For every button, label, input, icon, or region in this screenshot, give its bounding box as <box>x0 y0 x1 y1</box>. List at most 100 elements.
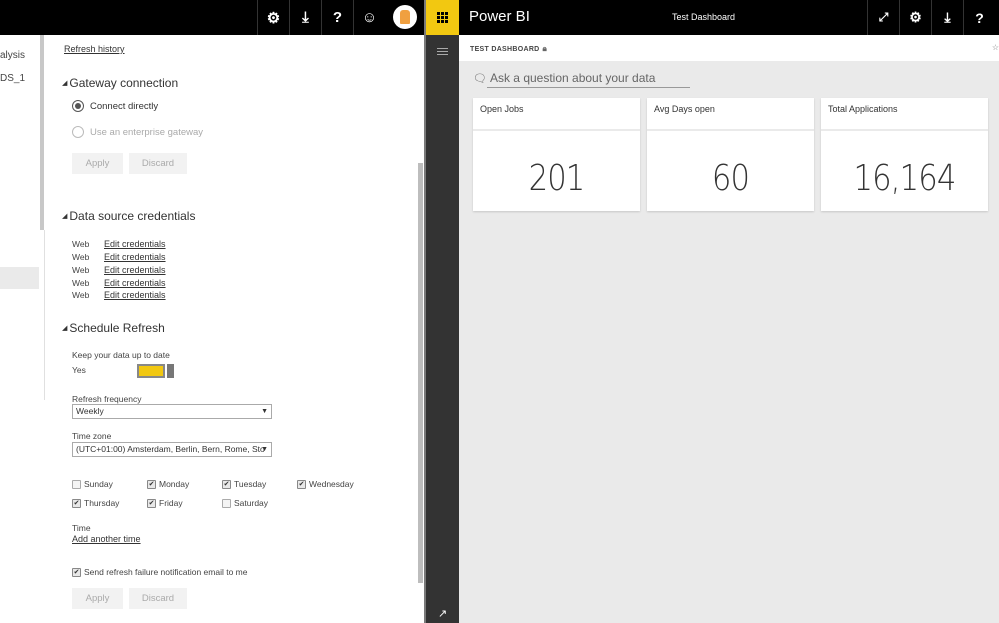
checkbox-unchecked-icon <box>222 498 231 508</box>
schedule-discard-button[interactable]: Discard <box>129 588 187 609</box>
credential-row: Web Edit credentials <box>72 239 166 249</box>
right-topbar: Power BI Test Dashboard ⤢ ⚙ ⤓ ? <box>426 0 999 35</box>
help-icon[interactable]: ? <box>963 0 995 35</box>
brand-name: Power BI <box>469 8 530 25</box>
day-checkbox-monday[interactable]: ✔ Monday <box>147 479 189 489</box>
tile-value: 16,164 <box>853 158 957 199</box>
enterprise-gateway-radio[interactable]: Use an enterprise gateway <box>72 126 203 138</box>
checkbox-checked-icon: ✔ <box>222 479 231 489</box>
refresh-frequency-select[interactable]: Weekly ▼ <box>72 404 272 419</box>
dropdown-arrow-icon: ▼ <box>261 446 268 453</box>
checkbox-label: Tuesday <box>234 479 267 489</box>
day-checkbox-tuesday[interactable]: ✔ Tuesday <box>222 479 266 489</box>
checkbox-checked-icon: ✔ <box>297 479 306 489</box>
edit-credentials-link[interactable]: Edit credentials <box>104 278 166 288</box>
smiley-icon[interactable]: ☺ <box>353 0 385 35</box>
schedule-apply-button[interactable]: Apply <box>72 588 123 609</box>
qa-input[interactable]: 🗨︎ Ask a question about your data <box>473 71 655 85</box>
checkbox-checked-icon: ✔ <box>72 498 81 508</box>
credential-row: Web Edit credentials <box>72 278 166 288</box>
refresh-history-link[interactable]: Refresh history <box>64 44 125 54</box>
gateway-apply-button[interactable]: Apply <box>72 153 123 174</box>
credential-type: Web <box>72 265 90 275</box>
nav-item[interactable]: alysis <box>0 50 25 61</box>
checkbox-label: Wednesday <box>309 479 354 489</box>
checkbox-unchecked-icon <box>72 479 81 489</box>
credentials-section-header[interactable]: ◢ Data source credentials <box>62 209 195 223</box>
refresh-frequency-label: Refresh frequency <box>72 394 142 404</box>
left-nav: alysis DS_1 <box>0 35 40 623</box>
keep-up-to-date-label: Keep your data up to date <box>72 350 170 360</box>
gateway-section-header[interactable]: ◢ Gateway connection <box>62 76 178 90</box>
day-checkbox-wednesday[interactable]: ✔ Wednesday <box>297 479 354 489</box>
dropdown-arrow-icon: ▼ <box>261 408 268 415</box>
left-nav-pane: ↗ <box>426 35 459 623</box>
tile-title: Open Jobs <box>480 104 524 114</box>
qa-underline <box>487 87 690 88</box>
credential-type: Web <box>72 252 90 262</box>
tile-avg-days-open[interactable]: Avg Days open 60 <box>647 98 814 211</box>
download-icon[interactable]: ⤓ <box>931 0 963 35</box>
app-launcher-button[interactable] <box>426 0 459 35</box>
day-checkbox-sunday[interactable]: Sunday <box>72 479 113 489</box>
keep-up-to-date-toggle[interactable] <box>137 364 174 378</box>
tile-total-applications[interactable]: Total Applications 16,164 <box>821 98 988 211</box>
checkbox-checked-icon: ✔ <box>72 567 81 577</box>
avatar[interactable] <box>393 5 417 29</box>
dashboard-title: Test Dashboard <box>672 12 736 22</box>
checkbox-label: Monday <box>159 479 190 489</box>
tile-title: Total Applications <box>828 104 898 114</box>
gear-icon[interactable]: ⚙ <box>899 0 931 35</box>
gateway-discard-button[interactable]: Discard <box>129 153 187 174</box>
radio-empty-icon <box>72 126 84 138</box>
select-value: Weekly <box>76 406 104 416</box>
day-checkbox-saturday[interactable]: Saturday <box>222 498 268 508</box>
credential-row: Web Edit credentials <box>72 290 166 300</box>
select-value: (UTC+01:00) Amsterdam, Berlin, Bern, Rom… <box>76 444 265 454</box>
edit-credentials-link[interactable]: Edit credentials <box>104 252 166 262</box>
scrollbar[interactable] <box>418 163 423 583</box>
section-title: Data source credentials <box>69 209 196 223</box>
collapse-triangle-icon: ◢ <box>62 213 68 220</box>
timezone-select[interactable]: (UTC+01:00) Amsterdam, Berlin, Bern, Rom… <box>72 442 272 457</box>
checkbox-label: Send refresh failure notification email … <box>84 567 248 577</box>
notify-checkbox[interactable]: ✔ Send refresh failure notification email… <box>72 567 247 577</box>
schedule-section-header[interactable]: ◢ Schedule Refresh <box>62 321 165 335</box>
tile-value: 201 <box>528 158 586 199</box>
left-topbar: ⚙ ⤓ ? ☺ <box>0 0 426 35</box>
time-label: Time <box>72 523 91 533</box>
collapse-triangle-icon: ◢ <box>62 325 68 332</box>
toggle-value-label: Yes <box>72 365 86 375</box>
tile-open-jobs[interactable]: Open Jobs 201 <box>473 98 640 211</box>
dataset-settings-window: ⚙ ⤓ ? ☺ alysis DS_1 Refresh history ◢ Gat… <box>0 0 426 623</box>
breadcrumb-text: TEST DASHBOARD <box>470 46 540 53</box>
gear-icon[interactable]: ⚙ <box>257 0 289 35</box>
breadcrumb: TEST DASHBOARD 🔒︎ <box>470 44 547 54</box>
fullscreen-icon[interactable]: ⤢ <box>867 0 899 35</box>
tile-title: Avg Days open <box>654 104 715 114</box>
nav-item[interactable]: DS_1 <box>0 73 25 84</box>
nav-item-selected[interactable] <box>0 267 39 289</box>
day-checkbox-thursday[interactable]: ✔ Thursday <box>72 498 119 508</box>
edit-credentials-link[interactable]: Edit credentials <box>104 265 166 275</box>
download-icon[interactable]: ⤓ <box>289 0 321 35</box>
expand-arrow-icon[interactable]: ↗ <box>438 607 447 620</box>
connect-directly-radio[interactable]: Connect directly <box>72 100 158 112</box>
edit-credentials-link[interactable]: Edit credentials <box>104 239 166 249</box>
section-title: Gateway connection <box>69 76 179 90</box>
help-icon[interactable]: ? <box>321 0 353 35</box>
checkbox-checked-icon: ✔ <box>147 479 156 489</box>
checkbox-label: Friday <box>159 498 183 508</box>
hamburger-icon[interactable] <box>437 48 448 57</box>
qa-placeholder: Ask a question about your data <box>489 71 656 85</box>
collapse-triangle-icon: ◢ <box>62 80 68 87</box>
checkbox-checked-icon: ✔ <box>147 498 156 508</box>
favorite-icon[interactable]: ☆ <box>992 43 999 52</box>
edit-credentials-link[interactable]: Edit credentials <box>104 290 166 300</box>
dashboard-window: Power BI Test Dashboard ⤢ ⚙ ⤓ ? ↗ TEST D… <box>426 0 999 623</box>
day-checkbox-friday[interactable]: ✔ Friday <box>147 498 183 508</box>
section-title: Schedule Refresh <box>69 321 165 335</box>
desktop: ⚙ ⤓ ? ☺ alysis DS_1 Refresh history ◢ Gat… <box>0 0 999 623</box>
nav-scrollbar[interactable] <box>40 35 44 230</box>
add-another-time-link[interactable]: Add another time <box>72 534 141 544</box>
